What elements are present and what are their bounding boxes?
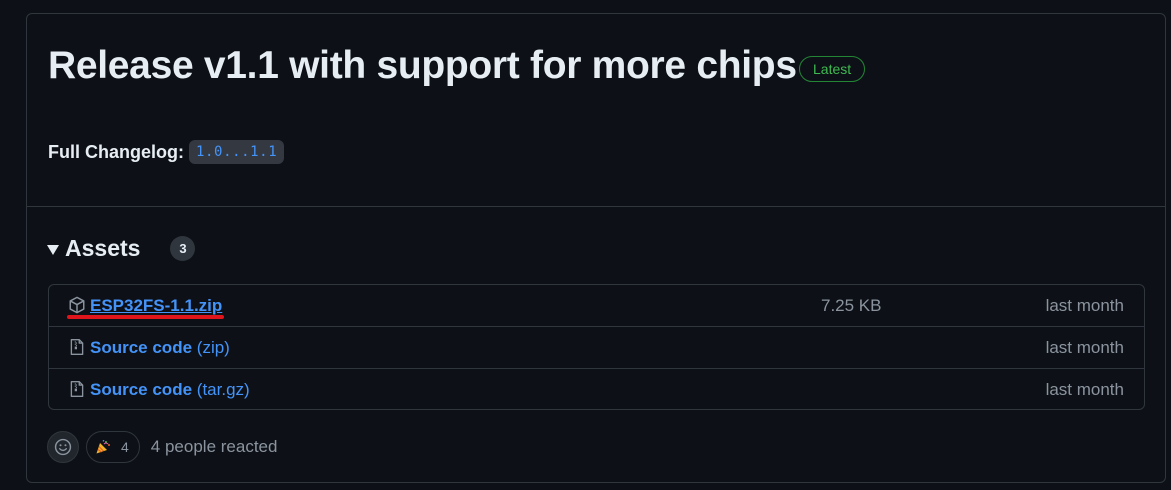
add-reaction-button[interactable] (47, 431, 79, 463)
asset-link[interactable]: Source code (tar.gz) (90, 380, 250, 400)
assets-toggle[interactable]: Assets 3 (47, 234, 196, 262)
reactions-summary: 4 people reacted (150, 437, 278, 456)
release-header: Release v1.1 with support for more chips… (27, 14, 1165, 207)
tada-icon (96, 440, 110, 454)
asset-list: ESP32FS-1.1.zip 7.25 KB last month Sourc… (48, 284, 1145, 410)
file-zip-icon (70, 381, 84, 397)
asset-size: 7.25 KB (821, 295, 882, 315)
latest-badge: Latest (799, 56, 866, 82)
smiley-icon (54, 438, 72, 456)
triangle-down-icon (47, 244, 59, 255)
release-title[interactable]: Release v1.1 with support for more chips (48, 44, 797, 88)
assets-count-badge: 3 (170, 235, 196, 261)
changelog-label: Full Changelog: (48, 141, 184, 162)
asset-row: ESP32FS-1.1.zip 7.25 KB last month (49, 285, 1144, 326)
file-zip-icon (70, 339, 84, 355)
asset-row: Source code (zip) last month (49, 326, 1144, 368)
reactions-bar: 4 4 people reacted (47, 431, 277, 463)
package-icon (69, 296, 85, 314)
assets-heading: Assets (65, 234, 141, 261)
compare-link[interactable]: 1.0...1.1 (188, 140, 285, 164)
tada-reaction-button[interactable]: 4 (86, 431, 140, 463)
asset-date: last month (1045, 295, 1124, 315)
asset-row: Source code (tar.gz) last month (49, 368, 1144, 410)
release-card: Release v1.1 with support for more chips… (26, 13, 1166, 483)
asset-link[interactable]: ESP32FS-1.1.zip (90, 296, 222, 316)
red-annotation-underline (67, 315, 224, 319)
asset-link[interactable]: Source code (zip) (90, 338, 230, 358)
changelog: Full Changelog: 1.0...1.1 (48, 139, 285, 165)
tada-count: 4 (121, 439, 129, 455)
asset-date: last month (1045, 379, 1124, 399)
asset-date: last month (1045, 337, 1124, 357)
